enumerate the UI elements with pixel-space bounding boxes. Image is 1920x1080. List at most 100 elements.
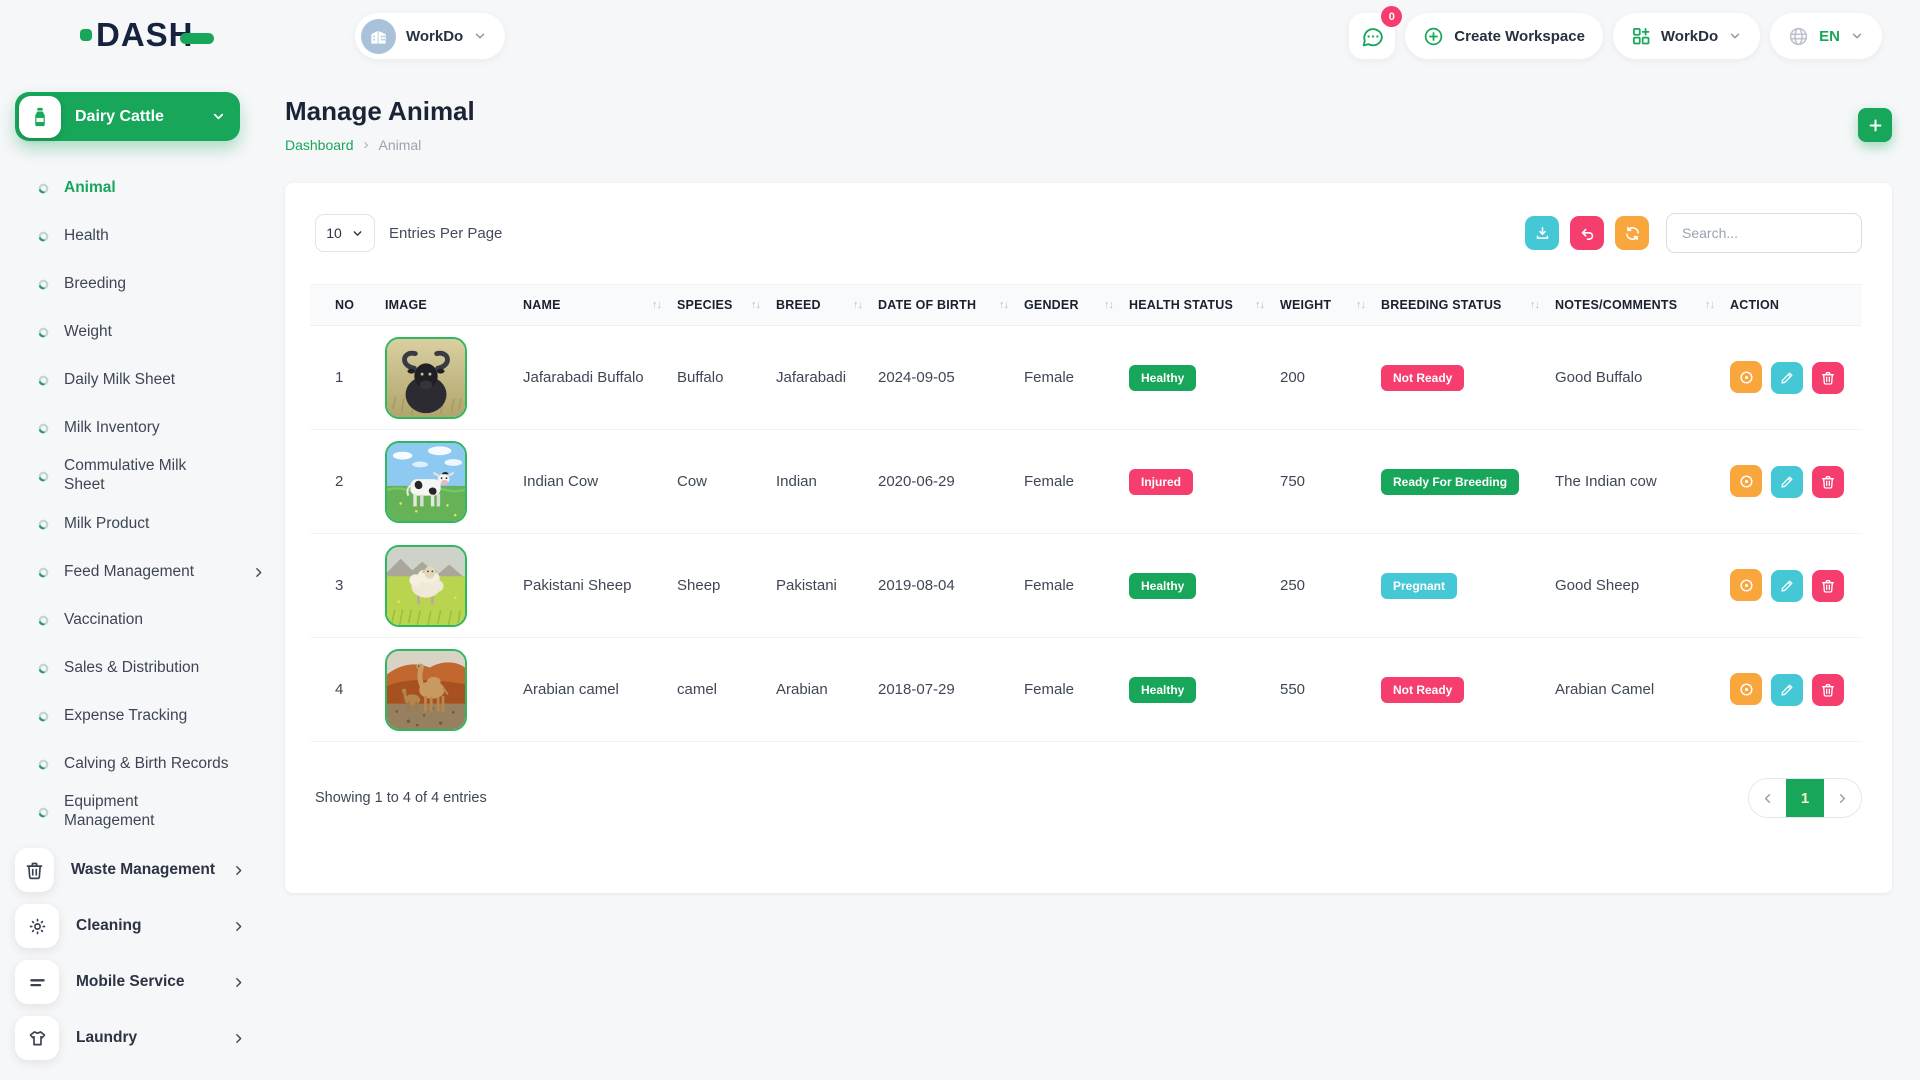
- sort-icon[interactable]: ↑↓: [1705, 299, 1714, 311]
- sidebar-item-vaccination[interactable]: Vaccination: [0, 596, 285, 644]
- cell-image: [385, 430, 523, 534]
- sidebar-item-breeding[interactable]: Breeding: [0, 260, 285, 308]
- column-header-weight[interactable]: WEIGHT↑↓: [1280, 285, 1381, 326]
- pagination-next-button[interactable]: [1824, 778, 1861, 818]
- sidebar-module-dairy-cattle[interactable]: Dairy Cattle: [15, 92, 240, 141]
- cell-name: Arabian camel: [523, 638, 677, 742]
- workdo-menu-button[interactable]: WorkDo: [1613, 13, 1760, 59]
- back-button[interactable]: [1570, 216, 1604, 250]
- column-header-health-status[interactable]: HEALTH STATUS↑↓: [1129, 285, 1280, 326]
- sheep-image[interactable]: [385, 545, 467, 627]
- edit-button[interactable]: [1771, 674, 1803, 706]
- cell-no: 2: [310, 430, 385, 534]
- sidebar-item-label: Expense Tracking: [64, 707, 187, 726]
- sort-icon[interactable]: ↑↓: [652, 299, 661, 311]
- view-button[interactable]: [1730, 361, 1762, 393]
- logo[interactable]: DASH: [80, 16, 214, 54]
- sidebar-module-label: Mobile Service: [76, 973, 185, 991]
- app: DASH WorkDo 0 Create Workspace WorkDo: [0, 0, 1920, 1080]
- sidebar-item-daily-milk-sheet[interactable]: Daily Milk Sheet: [0, 356, 285, 404]
- chevron-down-icon: [211, 109, 226, 124]
- export-button[interactable]: [1525, 216, 1559, 250]
- search-input[interactable]: [1666, 213, 1862, 253]
- sort-icon[interactable]: ↑↓: [853, 299, 862, 311]
- sidebar-module-mobile-service[interactable]: Mobile Service: [15, 960, 255, 1004]
- topbar: DASH WorkDo 0 Create Workspace WorkDo: [0, 0, 1920, 72]
- view-button[interactable]: [1730, 569, 1762, 601]
- language-selector[interactable]: EN: [1770, 13, 1882, 59]
- edit-button[interactable]: [1771, 570, 1803, 602]
- lines-icon: [15, 960, 59, 1004]
- entries-per-page-select[interactable]: 10: [315, 214, 375, 252]
- chevron-down-icon: [1728, 29, 1742, 43]
- sort-icon[interactable]: ↑↓: [1104, 299, 1113, 311]
- sidebar-item-equipment-management[interactable]: Equipment Management: [0, 788, 285, 836]
- column-header-notes-comments[interactable]: NOTES/COMMENTS↑↓: [1555, 285, 1730, 326]
- sort-icon[interactable]: ↑↓: [1356, 299, 1365, 311]
- pagination-prev-button[interactable]: [1749, 778, 1786, 818]
- edit-button[interactable]: [1771, 362, 1803, 394]
- cell-action: [1730, 638, 1862, 742]
- cow-image[interactable]: [385, 441, 467, 523]
- cell-image: [385, 326, 523, 430]
- column-header-gender[interactable]: GENDER↑↓: [1024, 285, 1129, 326]
- logo-text: DASH: [96, 16, 194, 54]
- camel-image[interactable]: [385, 649, 467, 731]
- pagination-page-1[interactable]: 1: [1786, 778, 1824, 818]
- delete-button[interactable]: [1812, 674, 1844, 706]
- delete-button[interactable]: [1812, 570, 1844, 602]
- buffalo-image[interactable]: [385, 337, 467, 419]
- sidebar-item-milk-product[interactable]: Milk Product: [0, 500, 285, 548]
- messages-button[interactable]: 0: [1349, 13, 1395, 59]
- sidebar-item-label: Sales & Distribution: [64, 659, 199, 678]
- view-button[interactable]: [1730, 673, 1762, 705]
- edit-button[interactable]: [1771, 466, 1803, 498]
- view-button[interactable]: [1730, 465, 1762, 497]
- sidebar-module-waste-management[interactable]: Waste Management: [15, 848, 255, 892]
- sidebar-item-label: Calving & Birth Records: [64, 755, 229, 774]
- workspace-switcher[interactable]: WorkDo: [355, 13, 505, 59]
- cell-weight: 750: [1280, 430, 1381, 534]
- column-header-date-of-birth[interactable]: DATE OF BIRTH ↑↓: [878, 285, 1024, 326]
- sidebar-item-weight[interactable]: Weight: [0, 308, 285, 356]
- column-label: DATE OF BIRTH: [878, 298, 976, 312]
- sidebar-module-cleaning[interactable]: Cleaning: [15, 904, 255, 948]
- breadcrumb-dashboard-link[interactable]: Dashboard: [285, 137, 354, 153]
- add-animal-button[interactable]: [1858, 108, 1892, 142]
- sidebar-item-milk-inventory[interactable]: Milk Inventory: [0, 404, 285, 452]
- pencil-icon: [1779, 474, 1795, 490]
- cell-breeding-status: Not Ready: [1381, 638, 1555, 742]
- sidebar-module-label: Cleaning: [76, 917, 141, 935]
- cell-no: 4: [310, 638, 385, 742]
- sidebar-item-feed-management[interactable]: Feed Management: [0, 548, 285, 596]
- sidebar-item-health[interactable]: Health: [0, 212, 285, 260]
- sidebar-item-sales-distribution[interactable]: Sales & Distribution: [0, 644, 285, 692]
- refresh-button[interactable]: [1615, 216, 1649, 250]
- column-header-breed[interactable]: BREED↑↓: [776, 285, 878, 326]
- delete-button[interactable]: [1812, 362, 1844, 394]
- table-row: 2Indian CowCowIndian2020-06-29FemaleInju…: [310, 430, 1862, 534]
- trash-white-icon: [1820, 370, 1836, 386]
- sidebar-item-calving-birth-records[interactable]: Calving & Birth Records: [0, 740, 285, 788]
- column-header-name[interactable]: NAME↑↓: [523, 285, 677, 326]
- messages-badge: 0: [1381, 6, 1402, 27]
- create-workspace-button[interactable]: Create Workspace: [1405, 13, 1603, 59]
- cell-notes: Good Buffalo: [1555, 326, 1730, 430]
- sidebar-item-commulative-milk-sheet[interactable]: Commulative Milk Sheet: [0, 452, 285, 500]
- column-header-species[interactable]: SPECIES↑↓: [677, 285, 776, 326]
- sidebar-module-laundry[interactable]: Laundry: [15, 1016, 255, 1060]
- sort-icon[interactable]: ↑↓: [1255, 299, 1264, 311]
- sort-icon[interactable]: ↑↓: [999, 299, 1008, 311]
- cell-breed: Pakistani: [776, 534, 878, 638]
- cell-name: Jafarabadi Buffalo: [523, 326, 677, 430]
- delete-button[interactable]: [1812, 466, 1844, 498]
- bullet-icon: [38, 567, 49, 578]
- breeding-status-badge: Not Ready: [1381, 365, 1464, 391]
- breadcrumb: Dashboard › Animal: [285, 136, 1920, 153]
- column-header-breeding-status[interactable]: BREEDING STATUS↑↓: [1381, 285, 1555, 326]
- sort-icon[interactable]: ↑↓: [751, 299, 760, 311]
- sidebar-item-expense-tracking[interactable]: Expense Tracking: [0, 692, 285, 740]
- bullet-icon: [38, 519, 49, 530]
- sidebar-item-animal[interactable]: Animal: [0, 164, 285, 212]
- sort-icon[interactable]: ↑↓: [1530, 299, 1539, 311]
